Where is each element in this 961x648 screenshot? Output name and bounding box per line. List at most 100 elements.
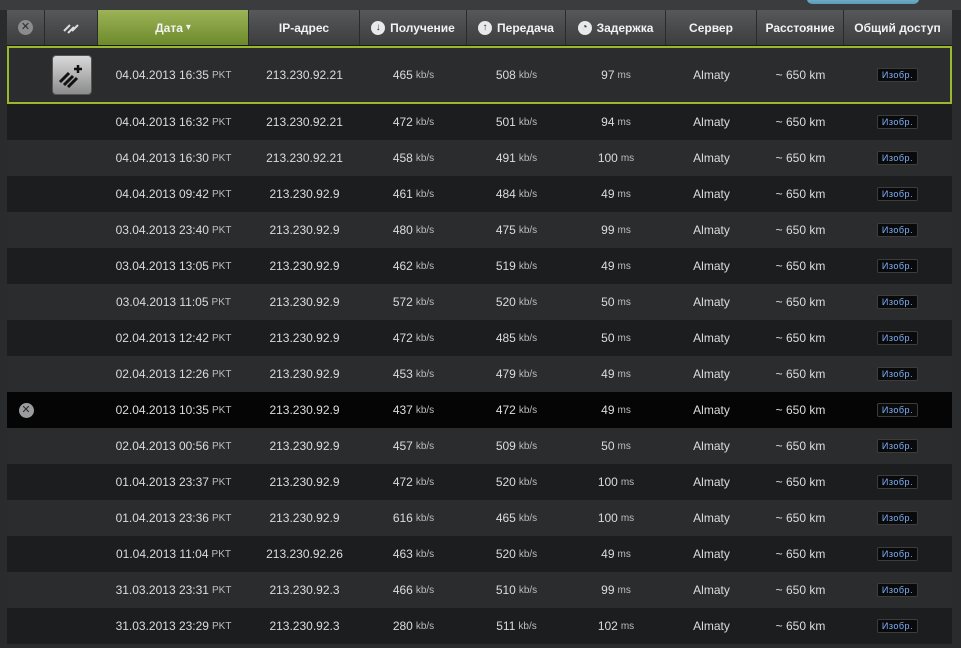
link-icon (63, 23, 79, 34)
share-header-label: Общий доступ (854, 20, 941, 35)
table-row[interactable]: 04.04.2013 16:30 PKT 213.230.92.21 458 k… (7, 140, 952, 176)
table-row[interactable]: 03.04.2013 23:40 PKT 213.230.92.9 480 kb… (7, 212, 952, 248)
row-server: Almaty (693, 295, 730, 309)
column-header-ip[interactable]: IP-адрес (249, 10, 360, 45)
row-latency-unit: ms (617, 332, 631, 344)
row-date: 01.04.2013 11:04 (116, 547, 209, 561)
share-image-button[interactable]: Изобр. (876, 223, 919, 237)
share-image-button[interactable]: Изобр. (876, 475, 919, 489)
row-distance: ~ 650 km (775, 403, 826, 417)
share-image-button[interactable]: Изобр. (876, 439, 919, 453)
column-header-share[interactable]: Общий доступ (844, 10, 951, 45)
table-row[interactable]: 04.04.2013 16:35 PKT 213.230.92.21 465 k… (7, 46, 952, 104)
share-image-button[interactable]: Изобр. (876, 115, 919, 129)
row-latency-unit: ms (620, 152, 635, 164)
table-row[interactable]: 02.04.2013 12:42 PKT 213.230.92.9 472 kb… (7, 320, 952, 356)
row-download: 463 (392, 547, 413, 561)
row-download-unit: kb/s (415, 69, 435, 81)
share-image-button[interactable]: Изобр. (876, 547, 919, 561)
distance-header-label: Расстояние (765, 20, 835, 35)
column-header-date[interactable]: Дата ▾ (98, 10, 249, 45)
share-image-button[interactable]: Изобр. (876, 68, 919, 82)
share-image-button[interactable]: Изобр. (876, 151, 919, 165)
row-download-cell: 280 kb/s (360, 619, 467, 633)
table-row[interactable]: 31.03.2013 23:29 PKT 213.230.92.3 280 kb… (7, 608, 952, 644)
row-timezone: PKT (211, 404, 232, 416)
row-date-cell: 01.04.2013 23:36 PKT (98, 511, 249, 525)
row-date-cell: 03.04.2013 23:40 PKT (98, 223, 249, 237)
table-row[interactable]: 03.04.2013 11:05 PKT 213.230.92.9 572 kb… (7, 284, 952, 320)
row-distance: ~ 650 km (775, 583, 826, 597)
row-ip: 213.230.92.9 (269, 295, 340, 309)
share-image-button[interactable]: Изобр. (876, 367, 919, 381)
delete-row-icon[interactable]: ✕ (18, 402, 34, 418)
row-share-cell: Изобр. (844, 475, 951, 489)
row-server: Almaty (693, 331, 730, 345)
row-upload-cell: 520 kb/s (467, 547, 566, 561)
column-header-latency[interactable]: ◔ Задержка (566, 10, 666, 45)
row-date-cell: 02.04.2013 10:35 PKT (98, 403, 249, 417)
row-distance: ~ 650 km (775, 439, 826, 453)
sort-desc-icon: ▾ (185, 22, 191, 33)
share-column-header[interactable] (45, 10, 98, 45)
row-upload-unit: kb/s (518, 476, 538, 488)
share-image-button[interactable]: Изобр. (876, 295, 919, 309)
row-date-cell: 04.04.2013 16:32 PKT (98, 115, 249, 129)
row-upload-unit: kb/s (518, 69, 538, 81)
column-header-upload[interactable]: ↑ Передача (467, 10, 566, 45)
table-row[interactable]: 04.04.2013 16:32 PKT 213.230.92.21 472 k… (7, 104, 952, 140)
row-upload-unit: kb/s (518, 188, 538, 200)
row-download-cell: 616 kb/s (360, 511, 467, 525)
row-date: 02.04.2013 12:26 (115, 367, 209, 381)
share-graph-icon[interactable] (51, 55, 92, 95)
row-upload-cell: 519 kb/s (467, 259, 566, 273)
row-distance: ~ 650 km (775, 223, 826, 237)
delete-column-header[interactable]: ✕ (7, 10, 45, 45)
share-image-button[interactable]: Изобр. (876, 331, 919, 345)
row-share-cell: Изобр. (844, 115, 951, 129)
row-download: 437 (392, 403, 413, 417)
column-header-distance[interactable]: Расстояние (757, 10, 844, 45)
table-row[interactable]: 01.04.2013 11:04 PKT 213.230.92.26 463 k… (7, 536, 952, 572)
table-row[interactable]: 01.04.2013 23:37 PKT 213.230.92.9 472 kb… (7, 464, 952, 500)
table-row[interactable]: 04.04.2013 09:42 PKT 213.230.92.9 461 kb… (7, 176, 952, 212)
row-download-unit: kb/s (415, 476, 435, 488)
share-image-button[interactable]: Изобр. (876, 403, 919, 417)
row-upload-cell: 465 kb/s (467, 511, 566, 525)
row-latency: 100 (597, 151, 618, 165)
table-row[interactable]: 02.04.2013 12:26 PKT 213.230.92.9 453 kb… (7, 356, 952, 392)
row-latency-cell: 94 ms (566, 115, 666, 129)
table-row[interactable]: 31.03.2013 23:31 PKT 213.230.92.3 466 kb… (7, 572, 952, 608)
column-header-download[interactable]: ↓ Получение (360, 10, 467, 45)
table-row[interactable]: 03.04.2013 13:05 PKT 213.230.92.9 462 kb… (7, 248, 952, 284)
row-download-cell: 472 kb/s (360, 331, 467, 345)
row-latency-cell: 49 ms (566, 367, 666, 381)
row-server: Almaty (693, 511, 730, 525)
row-timezone: PKT (211, 512, 232, 524)
table-row[interactable]: 01.04.2013 23:36 PKT 213.230.92.9 616 kb… (7, 500, 952, 536)
row-date-cell: 01.04.2013 11:04 PKT (98, 547, 249, 561)
download-header-label: Получение (390, 20, 455, 35)
share-image-button[interactable]: Изобр. (876, 259, 919, 273)
row-download-cell: 462 kb/s (360, 259, 467, 273)
share-image-button[interactable]: Изобр. (876, 511, 919, 525)
table-row[interactable]: ✕ 02.04.2013 10:35 PKT 213.230.92.9 437 … (7, 392, 952, 428)
row-share-cell: Изобр. (844, 511, 951, 525)
row-download: 457 (392, 439, 413, 453)
row-download-cell: 480 kb/s (360, 223, 467, 237)
table-row[interactable]: 02.04.2013 00:56 PKT 213.230.92.9 457 kb… (7, 428, 952, 464)
row-ip: 213.230.92.3 (269, 583, 340, 597)
share-image-button[interactable]: Изобр. (876, 619, 919, 633)
table-header: ✕ Дата ▾ IP-адрес ↓ Получение ↑ Передача… (7, 10, 952, 46)
row-latency: 99 (601, 583, 615, 597)
share-image-button[interactable]: Изобр. (876, 187, 919, 201)
row-latency: 94 (601, 115, 615, 129)
row-download-cell: 437 kb/s (360, 403, 467, 417)
top-pill-button[interactable] (807, 0, 919, 4)
row-upload-cell: 520 kb/s (467, 475, 566, 489)
column-header-server[interactable]: Сервер (666, 10, 757, 45)
row-share-cell: Изобр. (844, 547, 951, 561)
share-image-button[interactable]: Изобр. (876, 583, 919, 597)
row-distance: ~ 650 km (775, 187, 826, 201)
row-latency-unit: ms (617, 116, 631, 128)
